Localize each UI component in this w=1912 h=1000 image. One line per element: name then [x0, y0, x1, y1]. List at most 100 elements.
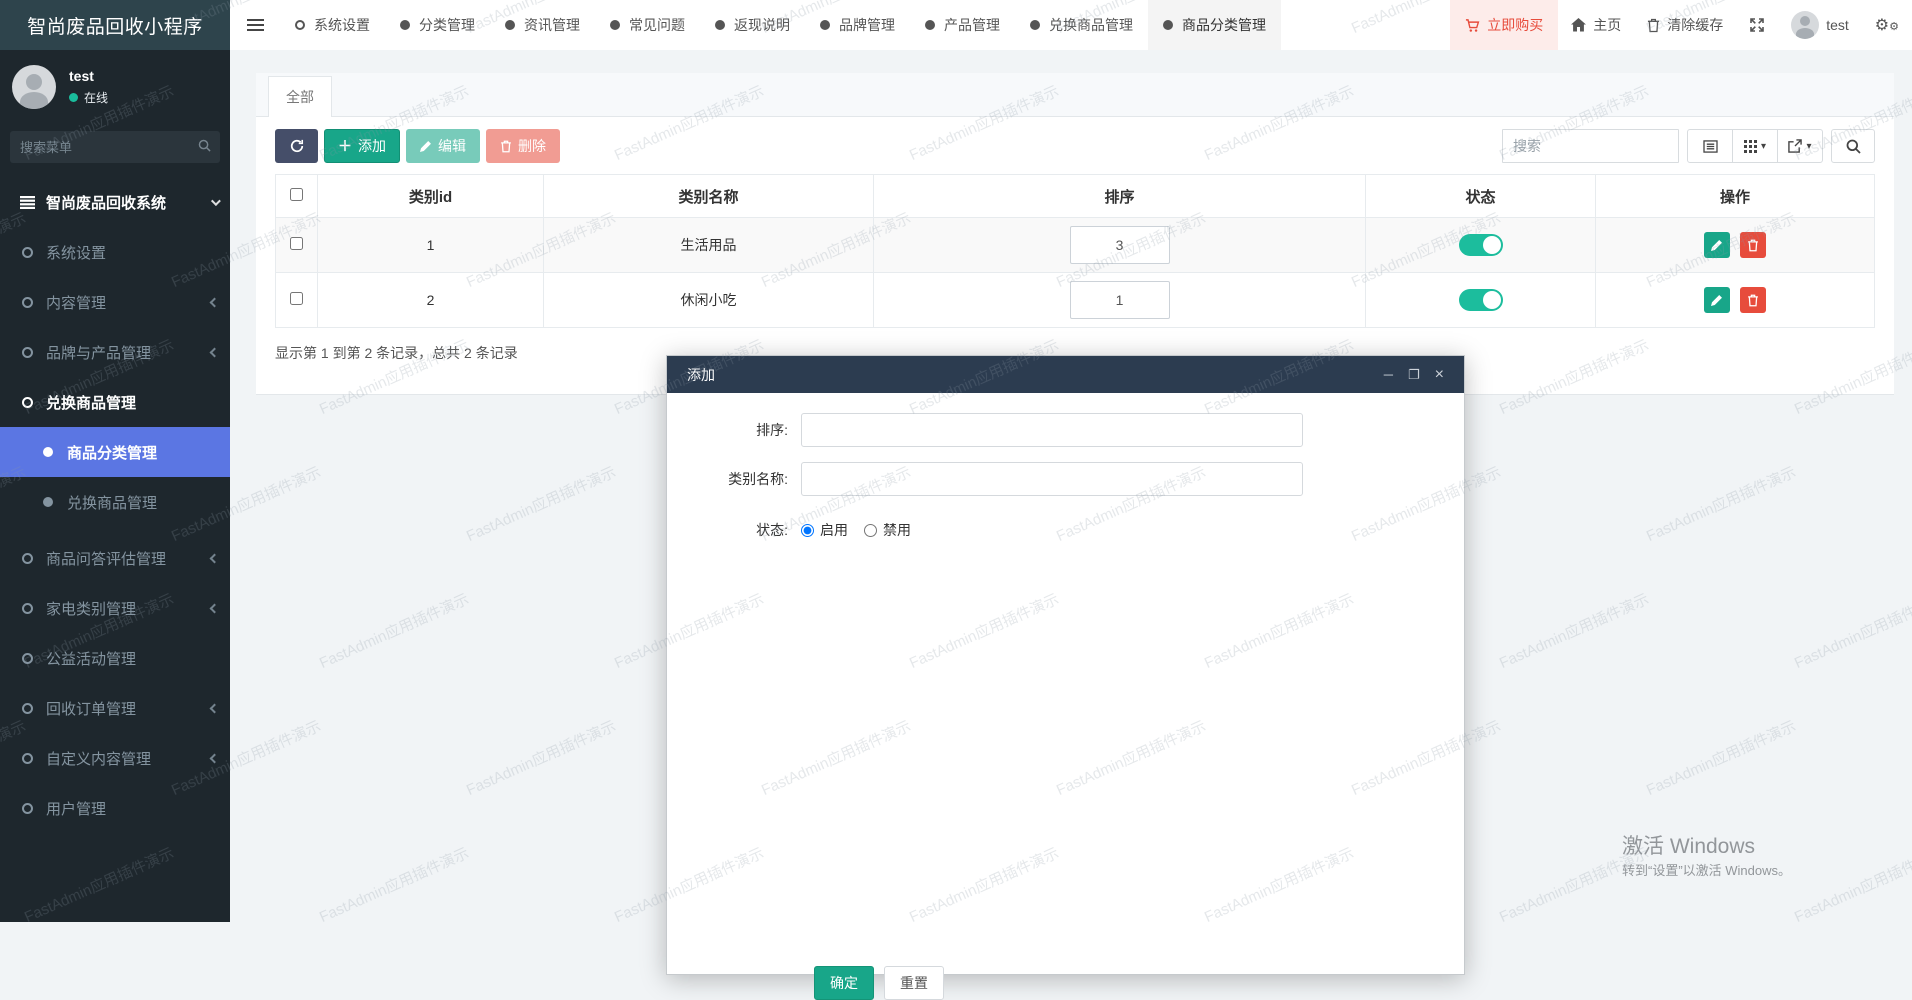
sidebar-search-input[interactable]: [10, 131, 220, 163]
row-edit-button[interactable]: [1704, 232, 1730, 258]
sidebar-item-system-settings[interactable]: 系统设置: [0, 227, 230, 277]
windows-activation-subtitle: 转到“设置”以激活 Windows。: [1622, 860, 1791, 879]
table-row: 2 休闲小吃: [276, 273, 1875, 328]
sidebar-item-qa-evaluation-mgmt[interactable]: 商品问答评估管理: [0, 533, 230, 583]
toolbar: ＋添加 编辑 删除 ▾: [275, 129, 1875, 163]
sidebar: 智尚废品回收小程序 test 在线 智尚废品回收系统 系统设置: [0, 0, 230, 922]
columns-grid-icon: [1744, 140, 1757, 153]
category-name-field[interactable]: [801, 462, 1303, 496]
row-delete-button[interactable]: [1740, 287, 1766, 313]
circle-open-icon: [15, 653, 39, 664]
cell-id: 1: [318, 218, 544, 273]
refresh-button[interactable]: [275, 129, 318, 163]
home-button[interactable]: 主页: [1558, 0, 1634, 50]
radio-enabled-label[interactable]: 启用: [820, 520, 848, 540]
category-table: 类别id 类别名称 排序 状态 操作 1 生活用品: [275, 174, 1875, 328]
sidebar-item-exchange-goods-sub[interactable]: 兑换商品管理: [0, 477, 230, 527]
delete-button[interactable]: 删除: [486, 129, 560, 163]
circle-filled-icon: [400, 20, 410, 30]
circle-filled-icon: [36, 497, 60, 507]
circle-filled-icon: [820, 20, 830, 30]
tab-goods-category-mgmt[interactable]: 商品分类管理: [1148, 0, 1281, 50]
sort-input[interactable]: [1070, 226, 1170, 264]
minimize-icon[interactable]: ─: [1384, 368, 1393, 381]
sidebar-item-charity-activity-mgmt[interactable]: 公益活动管理: [0, 633, 230, 683]
detail-view-button[interactable]: [1687, 129, 1733, 163]
sort-field[interactable]: [801, 413, 1303, 447]
tab-brand-mgmt[interactable]: 品牌管理: [805, 0, 910, 50]
sidebar-item-user-mgmt[interactable]: 用户管理: [0, 783, 230, 833]
online-dot-icon: [69, 93, 78, 102]
sidebar-item-brand-product-mgmt[interactable]: 品牌与产品管理: [0, 327, 230, 377]
sidebar-item-custom-content-mgmt[interactable]: 自定义内容管理: [0, 733, 230, 783]
tab-category-mgmt[interactable]: 分类管理: [385, 0, 490, 50]
table-tools: ▾ ▾: [1687, 129, 1823, 163]
user-menu[interactable]: test: [1778, 0, 1862, 50]
sidebar-item-appliance-category-mgmt[interactable]: 家电类别管理: [0, 583, 230, 633]
export-button[interactable]: ▾: [1777, 129, 1823, 163]
status-toggle-on[interactable]: [1459, 234, 1503, 256]
circle-filled-icon: [1030, 20, 1040, 30]
columns-button[interactable]: ▾: [1732, 129, 1778, 163]
chevron-left-icon: [210, 603, 220, 613]
circle-open-icon: [15, 603, 39, 614]
table-search-input[interactable]: [1502, 129, 1679, 163]
cart-icon: [1465, 18, 1480, 33]
dialog-body: 排序: 类别名称: 状态: 启用 禁用 确定 重置: [667, 413, 1464, 995]
sidebar-item-exchange-goods-mgmt[interactable]: 兑换商品管理: [0, 377, 230, 427]
radio-disabled[interactable]: [864, 524, 877, 537]
circle-open-icon: [15, 703, 39, 714]
nav-tabs: 系统设置 分类管理 资讯管理 常见问题 返现说明 品牌管理 产品管理 兑换商品管…: [280, 0, 1281, 50]
row-delete-button[interactable]: [1740, 232, 1766, 258]
confirm-button[interactable]: 确定: [814, 966, 874, 1000]
maximize-icon[interactable]: ❐: [1408, 368, 1420, 381]
search-toggle-button[interactable]: [1831, 129, 1875, 163]
close-icon[interactable]: ×: [1435, 367, 1444, 383]
refresh-icon: [290, 139, 304, 153]
buy-now-button[interactable]: 立即购买: [1450, 0, 1558, 50]
user-panel: test 在线: [0, 50, 230, 121]
select-all-checkbox[interactable]: [290, 188, 303, 201]
circle-filled-icon: [925, 20, 935, 30]
col-header-ops: 操作: [1596, 175, 1875, 218]
tab-news-mgmt[interactable]: 资讯管理: [490, 0, 595, 50]
edit-button[interactable]: 编辑: [406, 129, 480, 163]
radio-disabled-label[interactable]: 禁用: [883, 520, 911, 540]
tab-all[interactable]: 全部: [268, 76, 332, 117]
plus-icon: ＋: [338, 136, 352, 156]
status-toggle-on[interactable]: [1459, 289, 1503, 311]
clear-cache-button[interactable]: 清除缓存: [1634, 0, 1736, 50]
export-icon: [1788, 139, 1802, 153]
tab-exchange-goods-mgmt[interactable]: 兑换商品管理: [1015, 0, 1148, 50]
add-button[interactable]: ＋添加: [324, 129, 400, 163]
row-checkbox[interactable]: [290, 237, 303, 250]
tab-faq[interactable]: 常见问题: [595, 0, 700, 50]
tab-system-settings[interactable]: 系统设置: [280, 0, 385, 50]
dialog-titlebar[interactable]: 添加 ─ ❐ ×: [667, 356, 1464, 393]
radio-enabled[interactable]: [801, 524, 814, 537]
sidebar-item-content-mgmt[interactable]: 内容管理: [0, 277, 230, 327]
sidebar-item-recycle-order-mgmt[interactable]: 回收订单管理: [0, 683, 230, 733]
search-icon[interactable]: [198, 139, 211, 152]
circle-open-icon: [15, 297, 39, 308]
fullscreen-icon: [1749, 17, 1765, 33]
hamburger-icon[interactable]: [230, 0, 280, 50]
circle-open-icon: [15, 803, 39, 814]
sidebar-item-goods-category-mgmt[interactable]: 商品分类管理: [0, 427, 230, 477]
tab-cashback-info[interactable]: 返现说明: [700, 0, 805, 50]
tab-product-mgmt[interactable]: 产品管理: [910, 0, 1015, 50]
fullscreen-button[interactable]: [1736, 0, 1778, 50]
row-checkbox[interactable]: [290, 292, 303, 305]
sort-input[interactable]: [1070, 281, 1170, 319]
category-name-field-label: 类别名称:: [667, 469, 801, 489]
chevron-left-icon: [210, 703, 220, 713]
reset-button[interactable]: 重置: [884, 966, 944, 1000]
col-header-sort: 排序: [874, 175, 1366, 218]
gears-icon[interactable]: ⚙⚙: [1862, 0, 1912, 50]
chevron-left-icon: [210, 297, 220, 307]
circle-open-icon: [295, 20, 305, 30]
row-edit-button[interactable]: [1704, 287, 1730, 313]
table-header-row: 类别id 类别名称 排序 状态 操作: [276, 175, 1875, 218]
sidebar-item-system-root[interactable]: 智尚废品回收系统: [0, 177, 230, 227]
add-dialog: 添加 ─ ❐ × 排序: 类别名称: 状态: 启用 禁用 确定: [666, 355, 1465, 975]
